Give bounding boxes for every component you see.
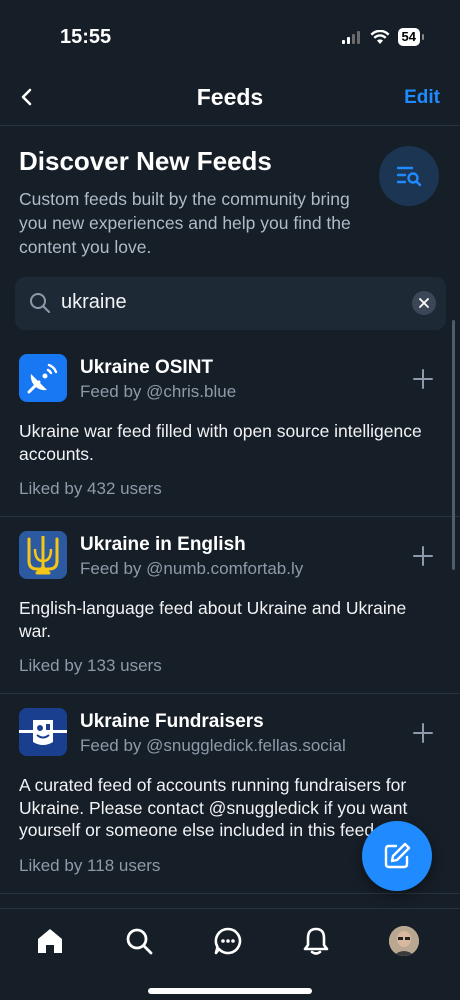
plus-icon (413, 369, 433, 389)
add-feed-button[interactable] (411, 367, 435, 391)
bell-icon (303, 927, 329, 955)
home-indicator (148, 988, 312, 994)
list-search-icon (379, 146, 439, 206)
add-feed-button[interactable] (411, 544, 435, 568)
feed-creator: Feed by @numb.comfortab.ly (80, 559, 304, 578)
trident-icon (19, 531, 67, 579)
feed-name: Ukraine in English (80, 534, 246, 555)
discover-description: Custom feeds built by the community brin… (19, 189, 351, 257)
signal-icon (341, 31, 360, 44)
close-icon (419, 298, 429, 308)
edit-button[interactable]: Edit (404, 87, 440, 109)
discover-section: Discover New Feeds Custom feeds built by… (19, 146, 449, 259)
feeds-list: Ukraine OSINT Feed by @chris.blue Ukrain… (0, 340, 460, 894)
search-input[interactable]: ukraine (15, 277, 446, 330)
tab-home[interactable] (34, 925, 66, 957)
status-time: 15:55 (60, 26, 112, 48)
clear-search-button[interactable] (412, 291, 436, 315)
tab-search[interactable] (123, 925, 155, 957)
feed-creator: Feed by @snuggledick.fellas.social (80, 736, 346, 755)
feed-name: Ukraine OSINT (80, 357, 214, 378)
avatar (389, 926, 419, 956)
feed-item[interactable]: Ukraine OSINT Feed by @chris.blue Ukrain… (0, 340, 460, 517)
compose-button[interactable] (362, 821, 432, 891)
tab-notifications[interactable] (300, 925, 332, 957)
feed-description: Ukraine war feed filled with open source… (19, 421, 422, 464)
status-icons: 54 (341, 28, 425, 46)
add-feed-button[interactable] (411, 721, 435, 745)
status-bar: 15:55 54 (0, 0, 460, 70)
feed-description: English-language feed about Ukraine and … (19, 598, 407, 641)
feed-name: Ukraine Fundraisers (80, 711, 264, 732)
battery-indicator: 54 (397, 28, 425, 46)
scrollbar[interactable] (452, 320, 455, 570)
compose-icon (384, 842, 411, 869)
tab-chat[interactable] (212, 925, 244, 957)
page-title: Feeds (196, 84, 264, 110)
wifi-icon (370, 29, 390, 44)
feed-creator: Feed by @chris.blue (80, 382, 237, 401)
plus-icon (413, 546, 433, 566)
fundraiser-icon (19, 708, 67, 756)
search-value: ukraine (61, 291, 127, 313)
nav-header: Feeds Edit (0, 70, 460, 126)
feed-likes: Liked by 133 users (19, 656, 162, 675)
satellite-dish-icon (19, 354, 67, 402)
search-icon (30, 293, 50, 313)
tab-profile[interactable] (388, 925, 420, 957)
feed-item[interactable]: Ukraine in English Feed by @numb.comfort… (0, 517, 460, 694)
chat-icon (214, 927, 242, 955)
feed-likes: Liked by 432 users (19, 479, 162, 498)
search-icon (126, 928, 153, 955)
tab-bar (0, 908, 460, 1000)
home-icon (38, 929, 62, 953)
plus-icon (413, 723, 433, 743)
